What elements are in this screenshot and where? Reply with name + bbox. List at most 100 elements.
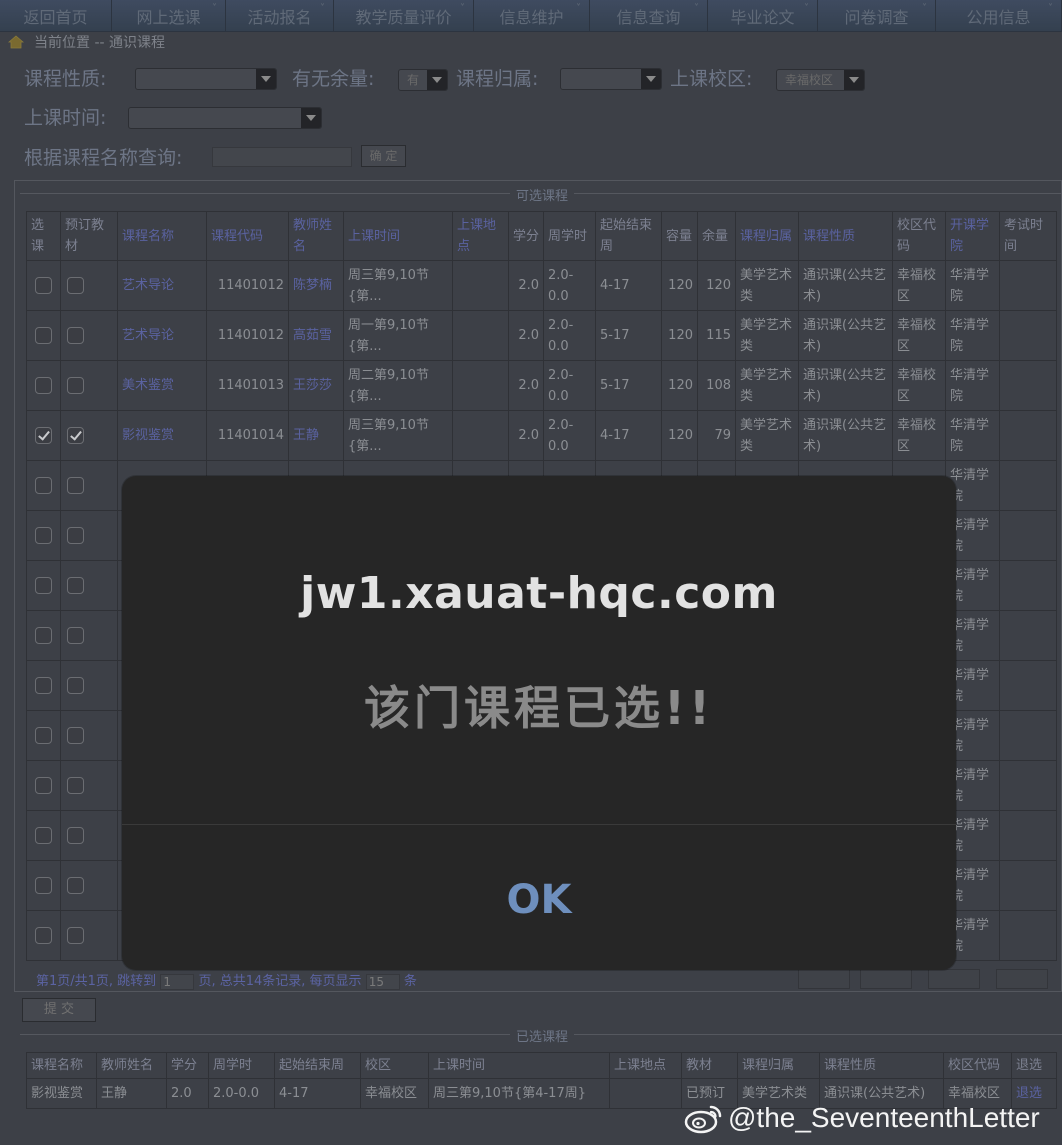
book-cell [60,710,118,761]
select-course-checkbox[interactable] [35,627,52,644]
header-remain: 余量 [697,211,736,261]
book-textbook-checkbox[interactable] [67,627,84,644]
book-textbook-checkbox[interactable] [67,877,84,894]
campus-select[interactable]: 幸福校区 [776,69,865,91]
menu-item-label: 活动报名 [247,8,312,27]
last-page-button[interactable] [996,969,1048,989]
home-icon [8,35,24,49]
book-textbook-checkbox[interactable] [67,477,84,494]
menu-item-public-info[interactable]: 公用信息 ˅ [936,0,1062,32]
header-capacity: 容量 [661,211,698,261]
select-course-checkbox[interactable] [35,927,52,944]
confirm-button[interactable]: 确 定 [361,145,406,167]
book-textbook-checkbox[interactable] [67,927,84,944]
per-page-input[interactable]: 15 [365,973,400,990]
header-place[interactable]: 上课地点 [452,211,509,261]
select-course-checkbox[interactable] [35,727,52,744]
prev-page-button[interactable] [860,969,912,989]
next-page-button[interactable] [928,969,980,989]
header-college[interactable]: 开课学院 [945,211,1000,261]
college: 华清学院 [945,410,1000,461]
select-course-checkbox[interactable] [35,277,52,294]
menu-item-survey[interactable]: 问卷调查 ˅ [818,0,936,32]
teacher-name[interactable]: 高茹雪 [288,310,344,361]
book-textbook-checkbox[interactable] [67,827,84,844]
dialog-message: 该门课程已选!! [364,681,714,735]
select-course-checkbox[interactable] [35,777,52,794]
select-course-checkbox[interactable] [35,377,52,394]
remaining: 115 [697,310,736,361]
book-textbook-checkbox[interactable] [67,277,84,294]
select-cell [26,610,61,661]
teacher-name[interactable]: 王莎莎 [288,360,344,411]
time-select[interactable] [128,107,322,129]
course-name[interactable]: 美术鉴赏 [117,360,207,411]
menu-item-online-course[interactable]: 网上选课 ˅ [112,0,226,32]
select-cell [26,360,61,411]
campus-code: 幸福校区 [892,410,946,461]
teacher-name[interactable]: 王静 [288,410,344,461]
header-belong[interactable]: 课程归属 [735,211,799,261]
page-jump-input[interactable]: 1 [160,973,195,990]
class-place [452,310,509,361]
select-course-checkbox[interactable] [35,527,52,544]
book-textbook-checkbox[interactable] [67,777,84,794]
header-credit: 学分 [508,211,544,261]
course-name[interactable]: 艺术导论 [117,310,207,361]
class-time: 周一第9,10节{第... [343,310,453,361]
menu-item-info-query[interactable]: 信息查询 ˅ [590,0,708,32]
course-type-label: 课程性质: [24,68,107,90]
weibo-logo-icon [684,1105,722,1134]
menu-item-thesis[interactable]: 毕业论文 ˅ [708,0,818,32]
menu-item-activity[interactable]: 活动报名 ˅ [226,0,334,32]
select-course-checkbox[interactable] [35,427,52,444]
caret-down-icon: ˅ [922,3,927,14]
book-textbook-checkbox[interactable] [67,677,84,694]
ok-button[interactable]: OK [122,825,956,970]
header-course-name[interactable]: 课程名称 [117,211,207,261]
course-name[interactable]: 艺术导论 [117,260,207,311]
header-time[interactable]: 上课时间 [343,211,453,261]
menu-item-home[interactable]: 返回首页 [0,0,112,32]
course-type-select[interactable] [135,68,277,90]
course-name-input[interactable] [212,147,352,167]
menu-item-evaluation[interactable]: 教学质量评价 ˅ [334,0,474,32]
book-cell [60,860,118,911]
select-course-checkbox[interactable] [35,827,52,844]
header-course-code[interactable]: 课程代码 [206,211,289,261]
select-cell [26,560,61,611]
weeks: 5-17 [595,360,662,411]
first-page-button[interactable] [798,969,850,989]
class-time: 周二第9,10节{第... [343,360,453,411]
header-type[interactable]: 课程性质 [798,211,893,261]
teacher-name[interactable]: 陈梦楠 [288,260,344,311]
select-course-checkbox[interactable] [35,577,52,594]
header-teacher[interactable]: 教师姓名 [288,211,344,261]
select-course-checkbox[interactable] [35,327,52,344]
book-textbook-checkbox[interactable] [67,527,84,544]
exam-time [999,910,1057,961]
book-textbook-checkbox[interactable] [67,377,84,394]
select-course-checkbox[interactable] [35,477,52,494]
weeks: 4-17 [595,260,662,311]
course-type: 通识课(公共艺术) [798,360,893,411]
book-textbook-checkbox[interactable] [67,427,84,444]
exam-time [999,760,1057,811]
selected-courses-legend: 已选课程 [510,1026,575,1045]
remaining-select[interactable]: 有 [398,69,448,91]
header-campus: 校区代码 [892,211,946,261]
select-course-checkbox[interactable] [35,677,52,694]
course-belong: 美学艺术类 [735,260,799,311]
book-textbook-checkbox[interactable] [67,327,84,344]
course-name[interactable]: 影视鉴赏 [117,410,207,461]
menu-item-info-maintain[interactable]: 信息维护 ˅ [474,0,590,32]
book-textbook-checkbox[interactable] [67,727,84,744]
select-course-checkbox[interactable] [35,877,52,894]
belong-select[interactable] [560,68,662,90]
book-cell [60,760,118,811]
book-textbook-checkbox[interactable] [67,577,84,594]
header-exam: 考试时间 [999,211,1057,261]
submit-button[interactable]: 提 交 [22,998,96,1022]
exam-time [999,260,1057,311]
campus-code: 幸福校区 [892,260,946,311]
